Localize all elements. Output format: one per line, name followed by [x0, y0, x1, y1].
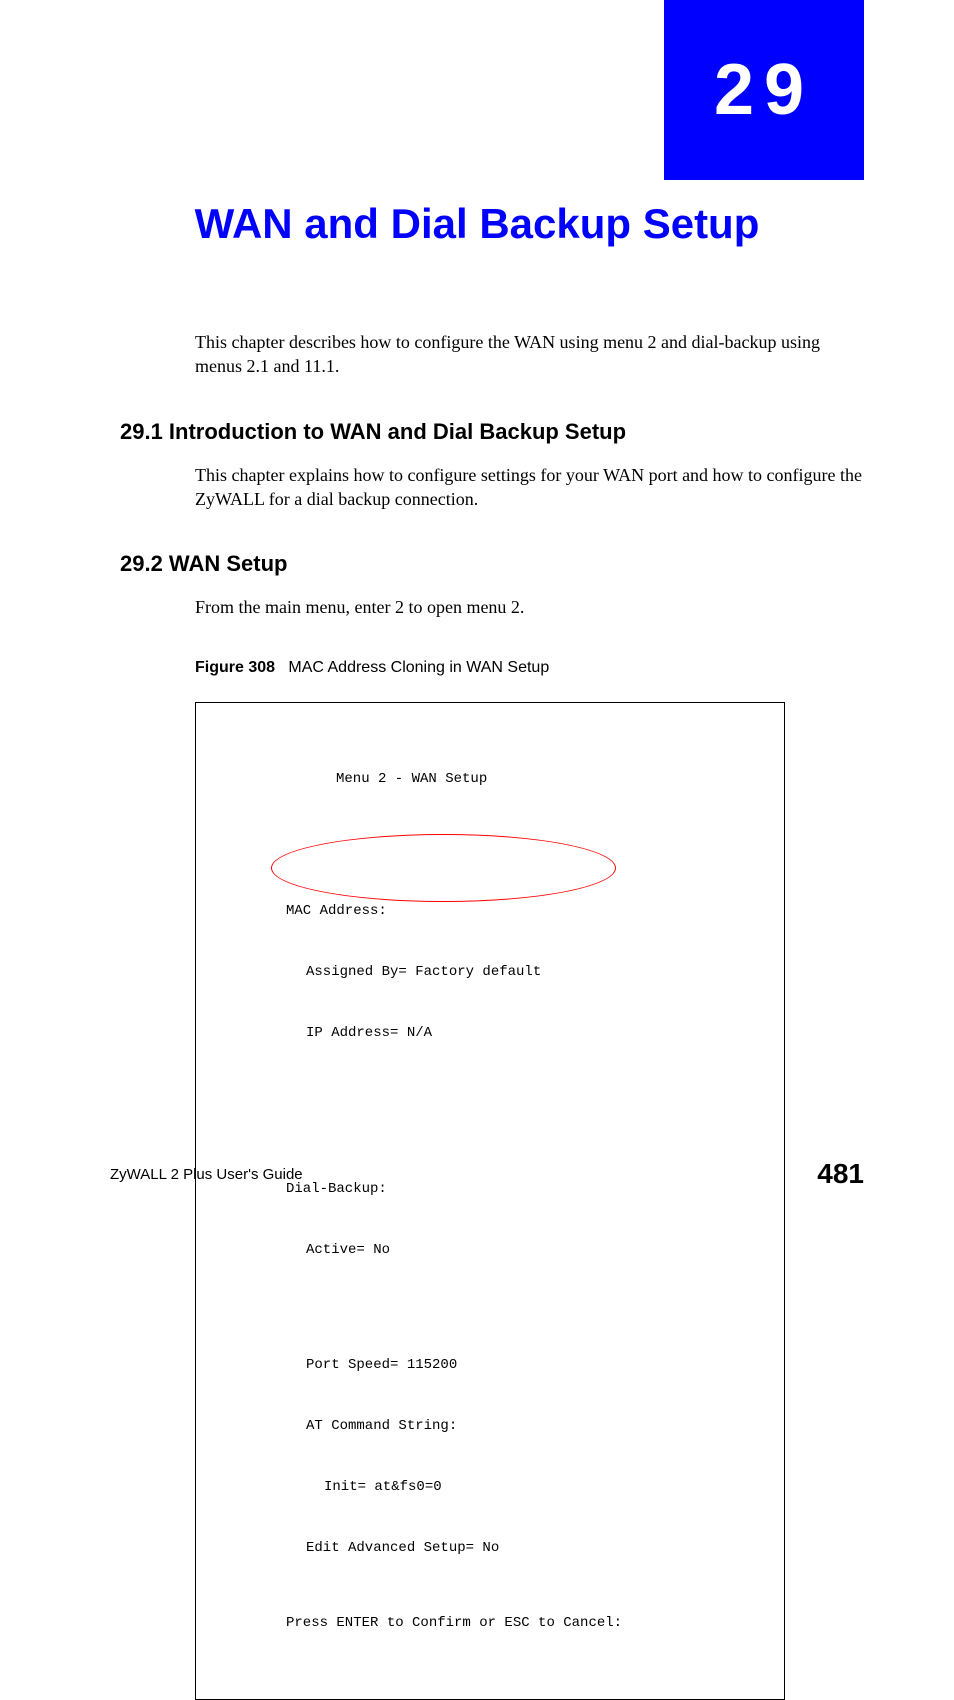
- guide-label: ZyWALL 2 Plus User's Guide: [110, 1166, 303, 1183]
- highlighted-section: MAC Address: Assigned By= Factory defaul…: [216, 840, 764, 1084]
- terminal-title: Menu 2 - WAN Setup: [336, 769, 764, 789]
- figure-caption: Figure 308 MAC Address Cloning in WAN Se…: [195, 659, 864, 677]
- terminal-screenshot: Menu 2 - WAN Setup MAC Address: Assigned…: [195, 702, 785, 1699]
- figure-caption-text: MAC Address Cloning in WAN Setup: [288, 659, 549, 676]
- chapter-intro: This chapter describes how to configure …: [195, 330, 864, 379]
- section-text-29-1: This chapter explains how to configure s…: [195, 463, 864, 512]
- chapter-title: WAN and Dial Backup Setup: [0, 200, 954, 248]
- section-heading-29-2: 29.2 WAN Setup: [120, 551, 864, 577]
- mac-ip-address: IP Address= N/A: [306, 1023, 764, 1043]
- mac-assigned-by: Assigned By= Factory default: [306, 962, 764, 982]
- dial-at-command: AT Command String:: [306, 1416, 764, 1436]
- dial-advanced: Edit Advanced Setup= No: [306, 1538, 764, 1558]
- chapter-number: 29: [714, 49, 814, 131]
- section-heading-29-1: 29.1 Introduction to WAN and Dial Backup…: [120, 419, 864, 445]
- dial-port-speed: Port Speed= 115200: [306, 1355, 764, 1375]
- red-oval-highlight: [271, 834, 616, 902]
- figure-label: Figure 308: [195, 659, 275, 676]
- mac-address-header: MAC Address:: [286, 901, 764, 921]
- content-area: This chapter describes how to configure …: [120, 330, 864, 1700]
- chapter-number-box: 29: [664, 0, 864, 180]
- dial-active: Active= No: [306, 1240, 764, 1260]
- terminal-footer: Press ENTER to Confirm or ESC to Cancel:: [286, 1613, 764, 1633]
- dial-init: Init= at&fs0=0: [324, 1477, 764, 1497]
- page-footer: ZyWALL 2 Plus User's Guide 481: [110, 1158, 864, 1190]
- section-text-29-2: From the main menu, enter 2 to open menu…: [195, 595, 864, 619]
- page-number: 481: [817, 1158, 864, 1190]
